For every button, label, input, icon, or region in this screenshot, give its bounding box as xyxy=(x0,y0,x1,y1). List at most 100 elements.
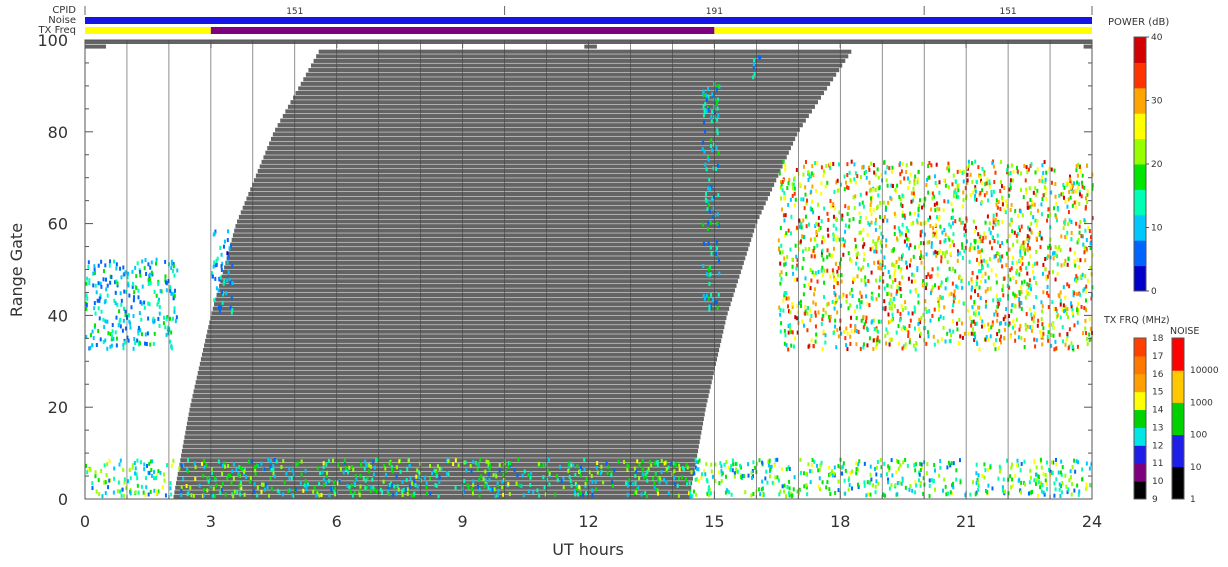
scatter-cell xyxy=(939,314,942,319)
scatter-cell xyxy=(877,193,880,198)
scatter-cell xyxy=(802,323,805,328)
scatter-cell xyxy=(1040,465,1043,470)
scatter-cell xyxy=(106,319,109,324)
scatter-cell xyxy=(1006,283,1009,288)
scatter-cell xyxy=(681,466,684,471)
scatter-cell xyxy=(936,339,939,344)
scatter-cell xyxy=(119,291,122,296)
scatter-cell xyxy=(820,165,823,170)
scatter-cell xyxy=(1009,268,1012,273)
scatter-cell xyxy=(1035,478,1038,483)
scatter-cell xyxy=(964,186,967,191)
scatter-cell xyxy=(1059,493,1062,498)
scatter-cell xyxy=(225,291,228,296)
scatter-cell xyxy=(739,463,742,468)
scatter-cell xyxy=(1047,305,1050,310)
scatter-cell xyxy=(103,325,106,330)
scatter-cell xyxy=(149,265,152,270)
scatter-cell xyxy=(883,461,886,466)
scatter-cell xyxy=(1052,333,1055,338)
scatter-cell xyxy=(406,467,409,472)
scatter-cell xyxy=(119,458,122,463)
scatter-cell xyxy=(832,234,835,239)
scatter-cell xyxy=(815,222,818,227)
scatter-cell xyxy=(147,278,150,283)
ground-scatter-cell xyxy=(222,270,741,275)
scatter-cell xyxy=(870,477,873,482)
scatter-cell xyxy=(396,484,399,489)
scatter-cell xyxy=(99,337,102,342)
scatter-cell xyxy=(253,482,256,487)
scatter-cell xyxy=(395,465,398,470)
scatter-cell xyxy=(678,467,681,472)
scatter-cell xyxy=(88,278,91,283)
scatter-cell xyxy=(955,477,958,482)
scatter-cell xyxy=(907,228,910,233)
scatter-cell xyxy=(786,185,789,190)
scatter-cell xyxy=(787,330,790,335)
scatter-cell xyxy=(869,203,872,208)
scatter-cell xyxy=(140,317,143,322)
scatter-cell xyxy=(120,298,123,303)
scatter-cell xyxy=(1027,167,1030,172)
scatter-cell xyxy=(447,459,450,464)
scatter-cell xyxy=(702,140,705,145)
scatter-cell xyxy=(709,272,712,277)
scatter-cell xyxy=(996,304,999,309)
scatter-cell xyxy=(995,212,998,217)
scatter-cell xyxy=(1045,460,1048,465)
scatter-cell xyxy=(872,188,875,193)
scatter-cell xyxy=(994,222,997,227)
scatter-cell xyxy=(779,196,782,201)
scatter-cell xyxy=(198,483,201,488)
scatter-cell xyxy=(837,464,840,469)
scatter-cell xyxy=(170,259,173,264)
scatter-cell xyxy=(909,289,912,294)
ground-scatter-cell xyxy=(203,348,720,353)
scatter-cell xyxy=(812,248,815,253)
scatter-cell xyxy=(918,317,921,322)
scatter-cell xyxy=(997,346,1000,351)
scatter-cell xyxy=(984,468,987,473)
scatter-cell xyxy=(228,246,231,251)
scatter-cell xyxy=(882,200,885,205)
scatter-cell xyxy=(399,469,402,474)
scatter-cell xyxy=(173,273,176,278)
scatter-cell xyxy=(1062,195,1065,200)
scatter-cell xyxy=(850,159,853,164)
scatter-cell xyxy=(870,212,873,217)
scatter-cell xyxy=(89,345,92,350)
scatter-cell xyxy=(1010,217,1013,222)
scatter-cell xyxy=(912,220,915,225)
scatter-cell xyxy=(85,293,88,298)
scatter-cell xyxy=(150,260,153,265)
scatter-cell xyxy=(835,296,838,301)
scatter-cell xyxy=(993,180,996,185)
scatter-cell xyxy=(332,458,335,463)
scatter-cell xyxy=(1058,332,1061,337)
scatter-cell xyxy=(578,484,581,489)
scatter-cell xyxy=(1070,219,1073,224)
scatter-cell xyxy=(1059,290,1062,295)
scatter-cell xyxy=(585,491,587,496)
scatter-cell xyxy=(930,163,933,168)
scatter-cell xyxy=(503,459,506,464)
scatter-cell xyxy=(172,264,175,269)
scatter-cell xyxy=(898,194,901,199)
scatter-cell xyxy=(1053,206,1056,211)
scatter-cell xyxy=(827,217,830,222)
scatter-cell xyxy=(1044,478,1047,483)
scatter-cell xyxy=(969,492,972,497)
scatter-cell xyxy=(1071,311,1074,316)
scatter-cell xyxy=(822,313,825,318)
scatter-cell xyxy=(1076,344,1079,349)
scatter-cell xyxy=(1027,491,1030,496)
scatter-cell xyxy=(152,341,155,346)
scatter-cell xyxy=(952,232,955,237)
txfreq-colorbar-tick-label: 16 xyxy=(1152,370,1164,380)
scatter-cell xyxy=(693,471,696,476)
scatter-cell xyxy=(280,465,283,470)
scatter-cell xyxy=(349,490,352,495)
scatter-cell xyxy=(849,323,852,328)
scatter-cell xyxy=(272,467,275,472)
